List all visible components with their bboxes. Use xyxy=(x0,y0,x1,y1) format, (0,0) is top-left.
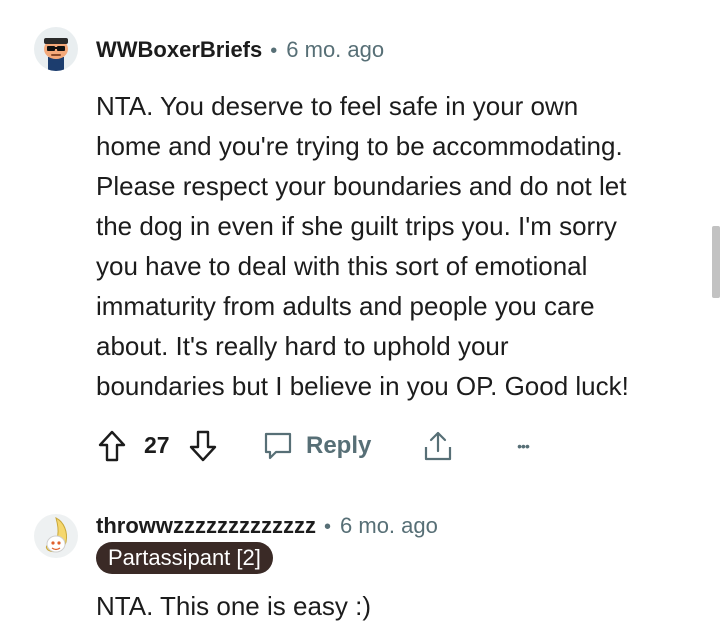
comment-body-line: NTA. This one is easy :) xyxy=(96,591,372,621)
author-name[interactable]: throwwzzzzzzzzzzzzz xyxy=(96,513,316,539)
comment-body-line: immaturity from adults and people you ca… xyxy=(96,291,595,321)
downvote-button[interactable] xyxy=(187,428,219,464)
comment-body-line: the dog in even if she guilt trips you. … xyxy=(96,211,617,241)
comment-body-line: home and you're trying to be accommodati… xyxy=(96,131,623,161)
comment-body: NTA. This one is easy :) xyxy=(96,586,686,626)
comment-meta: throwwzzzzzzzzzzzzz • 6 mo. ago xyxy=(96,513,438,539)
comment-timestamp[interactable]: 6 mo. ago xyxy=(286,37,384,63)
chat-bubble-icon xyxy=(264,432,292,460)
meta-separator: • xyxy=(270,40,278,62)
meta-separator: • xyxy=(324,516,332,538)
upvote-arrow-icon xyxy=(98,430,126,462)
downvote-arrow-icon xyxy=(189,430,217,462)
comment-body-line: Please respect your boundaries and do no… xyxy=(96,171,627,201)
comment-body-line: boundaries but I believe in you OP. Good… xyxy=(96,371,629,401)
share-icon xyxy=(424,431,452,461)
user-flair: Partassipant [2] xyxy=(96,542,273,574)
comment-body-line: NTA. You deserve to feel safe in your ow… xyxy=(96,91,579,121)
comment-body-line: you have to deal with this sort of emoti… xyxy=(96,251,588,281)
scrollbar[interactable] xyxy=(712,226,720,298)
author-name[interactable]: WWBoxerBriefs xyxy=(96,37,262,63)
more-options-button[interactable]: ••• xyxy=(508,430,538,462)
comment-timestamp[interactable]: 6 mo. ago xyxy=(340,513,438,539)
comment-body-line: about. It's really hard to uphold your xyxy=(96,331,509,361)
upvote-button[interactable] xyxy=(96,428,128,464)
reply-label: Reply xyxy=(306,432,372,459)
more-options-icon: ••• xyxy=(517,438,530,454)
avatar-snoo-banana-icon xyxy=(34,514,78,558)
vote-count: 27 xyxy=(144,432,170,458)
avatar[interactable] xyxy=(34,514,78,558)
comment-meta: WWBoxerBriefs • 6 mo. ago xyxy=(96,37,384,63)
reply-button[interactable]: Reply xyxy=(262,428,371,464)
avatar-snoo-sunglasses-icon xyxy=(34,27,78,71)
share-button[interactable] xyxy=(422,428,454,464)
comment-body: NTA. You deserve to feel safe in your ow… xyxy=(96,86,686,406)
avatar[interactable] xyxy=(34,27,78,71)
